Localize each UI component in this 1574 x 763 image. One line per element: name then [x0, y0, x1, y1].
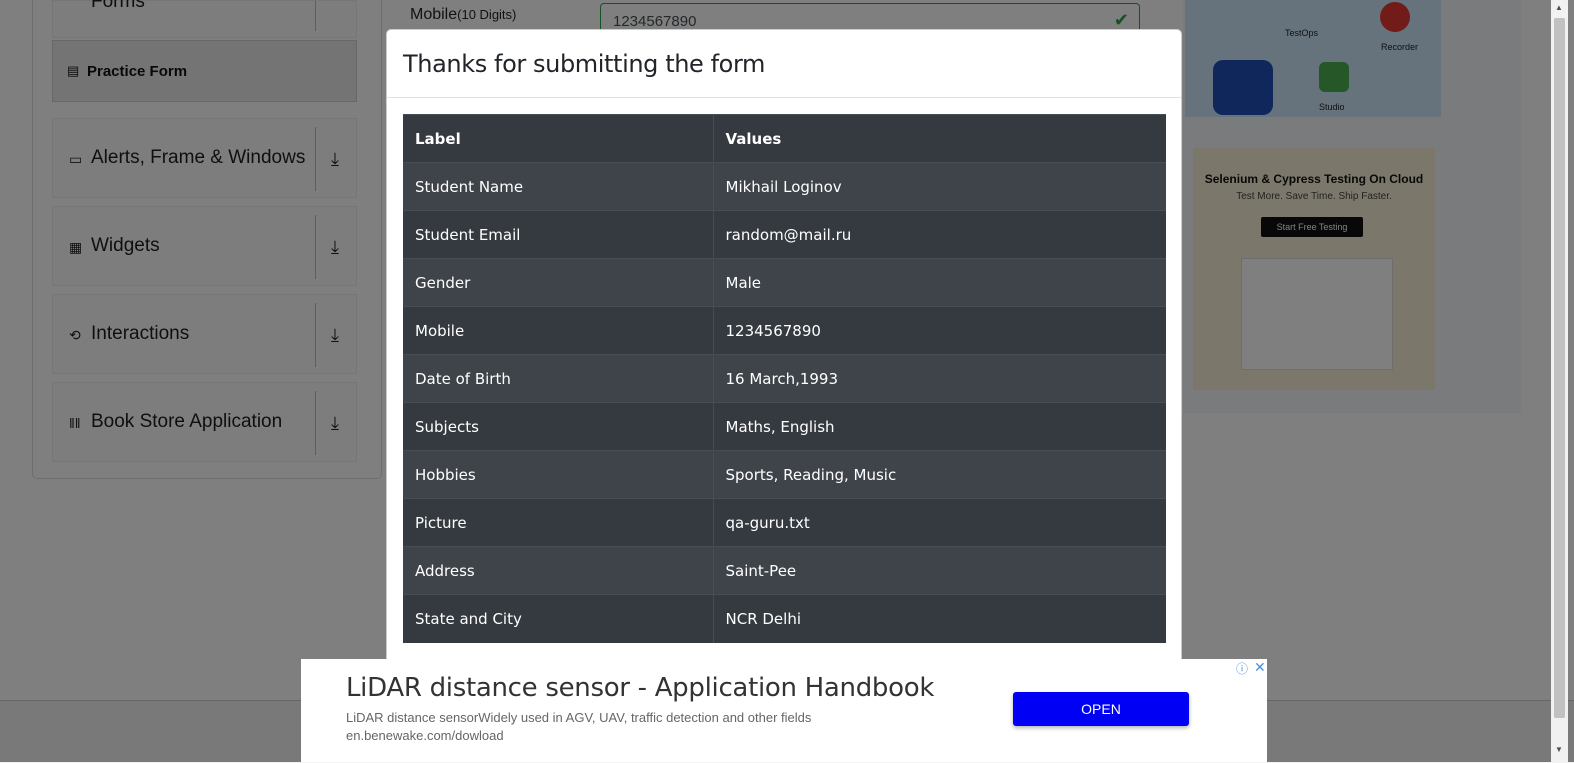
row-value: Male [713, 258, 1166, 307]
table-row: Hobbies Sports, Reading, Music [403, 450, 1166, 499]
row-label: Gender [403, 258, 714, 307]
open-button[interactable]: OPEN [1013, 692, 1189, 726]
table-row: Picture qa-guru.txt [403, 498, 1166, 547]
submission-table: Label Values Student Name Mikhail Loginov… [403, 114, 1166, 643]
column-header-values: Values [713, 114, 1166, 163]
row-value: Mikhail Loginov [713, 162, 1166, 211]
ad-description: LiDAR distance sensorWidely used in AGV,… [346, 710, 812, 725]
row-label: Hobbies [403, 450, 714, 499]
modal-title: Thanks for submitting the form [403, 50, 765, 78]
row-label: State and City [403, 594, 714, 643]
row-label: Student Name [403, 162, 714, 211]
table-row: Gender Male [403, 258, 1166, 307]
table-header-row: Label Values [403, 114, 1166, 163]
table-row: Student Name Mikhail Loginov [403, 162, 1166, 211]
info-icon[interactable]: ⓘ [1236, 660, 1248, 677]
scroll-down-arrow-icon[interactable]: ▼ [1555, 745, 1563, 754]
row-value: NCR Delhi [713, 594, 1166, 643]
row-value: Sports, Reading, Music [713, 450, 1166, 499]
row-value: 16 March,1993 [713, 354, 1166, 403]
row-value: qa-guru.txt [713, 498, 1166, 547]
row-label: Address [403, 546, 714, 595]
table-row: Student Email random@mail.ru [403, 210, 1166, 259]
submission-modal: Thanks for submitting the form Label Val… [386, 29, 1182, 669]
row-value: Saint-Pee [713, 546, 1166, 595]
column-header-label: Label [403, 114, 714, 163]
table-row: Address Saint-Pee [403, 546, 1166, 595]
row-label: Mobile [403, 306, 714, 355]
table-row: State and City NCR Delhi [403, 594, 1166, 643]
row-label: Subjects [403, 402, 714, 451]
row-label: Student Email [403, 210, 714, 259]
table-row: Date of Birth 16 March,1993 [403, 354, 1166, 403]
bottom-ad-banner[interactable]: LiDAR distance sensor - Application Hand… [301, 659, 1267, 762]
row-value: Maths, English [713, 402, 1166, 451]
row-value: random@mail.ru [713, 210, 1166, 259]
scrollbar-thumb[interactable] [1554, 18, 1565, 718]
scroll-up-arrow-icon[interactable]: ▲ [1555, 3, 1563, 12]
ad-url[interactable]: en.benewake.com/dowload [346, 728, 504, 743]
row-label: Date of Birth [403, 354, 714, 403]
ad-title[interactable]: LiDAR distance sensor - Application Hand… [346, 673, 934, 703]
row-value: 1234567890 [713, 306, 1166, 355]
modal-header: Thanks for submitting the form [387, 30, 1181, 98]
table-row: Subjects Maths, English [403, 402, 1166, 451]
close-icon[interactable]: ✕ [1254, 659, 1266, 676]
row-label: Picture [403, 498, 714, 547]
table-row: Mobile 1234567890 [403, 306, 1166, 355]
